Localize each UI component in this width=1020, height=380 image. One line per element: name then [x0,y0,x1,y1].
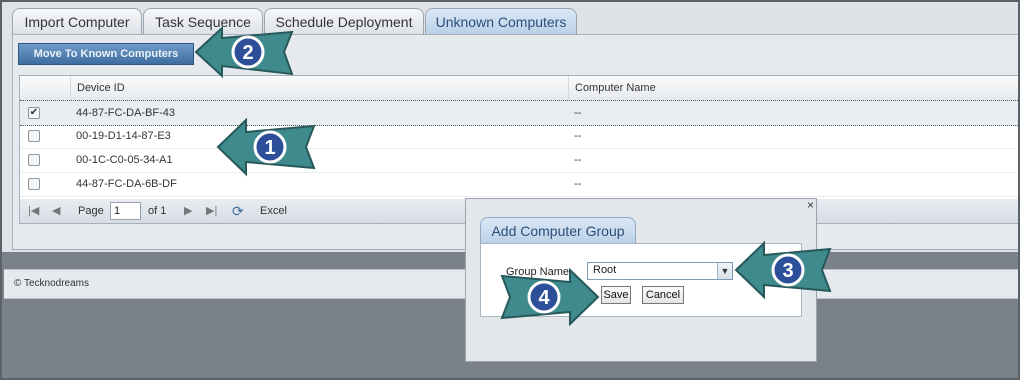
next-page-icon[interactable]: ▶ [184,199,192,223]
table-row[interactable]: 44-87-FC-DA-6B-DF -- [20,172,1018,197]
page-number-input[interactable]: 1 [110,202,141,220]
computer-name-cell: -- [574,130,582,142]
callout-number-1: 1 [264,137,275,159]
row-checkbox[interactable] [28,178,40,190]
row-checkbox[interactable] [28,154,40,166]
callout-arrow-3: 3 [734,240,832,300]
grid-header: Device ID Computer Name [20,76,1018,101]
unknown-computers-grid: Device ID Computer Name ✔ 44-87-FC-DA-BF… [19,75,1018,201]
callout-number-3: 3 [782,260,793,282]
computer-name-cell: -- [574,154,582,166]
device-id-cell: 00-19-D1-14-87-E3 [76,130,171,142]
export-excel-button[interactable]: Excel [260,199,287,223]
group-name-select[interactable]: Root ▼ [587,262,733,280]
last-page-icon[interactable]: ▶| [206,199,217,223]
row-checkbox[interactable] [28,130,40,142]
refresh-icon[interactable]: ⟳ [232,199,244,223]
callout-arrow-4: 4 [500,267,600,327]
move-to-known-computers-button[interactable]: Move To Known Computers [18,43,194,65]
page-count: of 1 [148,205,167,217]
device-id-cell: 44-87-FC-DA-BF-43 [76,107,176,119]
cancel-button[interactable]: Cancel [642,286,684,304]
table-row[interactable]: 00-19-D1-14-87-E3 -- [20,124,1018,149]
row-checkbox[interactable]: ✔ [28,107,40,119]
device-id-cell: 44-87-FC-DA-6B-DF [76,178,177,190]
computer-name-cell: -- [574,178,582,190]
callout-arrow-1: 1 [216,117,316,177]
copyright-text: © Tecknodreams [14,278,89,289]
save-button[interactable]: Save [601,286,631,304]
close-icon[interactable]: × [807,199,814,211]
device-id-cell: 00-1C-C0-05-34-A1 [76,154,173,166]
callout-arrow-2: 2 [194,25,294,79]
table-row[interactable]: ✔ 44-87-FC-DA-BF-43 -- [20,100,1018,126]
prev-page-icon[interactable]: ◀ [52,199,60,223]
computer-name-cell: -- [574,107,582,119]
tab-unknown-computers[interactable]: Unknown Computers [425,8,577,35]
column-header-device-id[interactable]: Device ID [70,76,567,100]
chevron-down-icon[interactable]: ▼ [717,263,732,279]
page-label: Page [78,205,104,217]
callout-number-4: 4 [538,287,550,309]
dialog-title-tab: Add Computer Group [480,217,636,244]
column-header-computer-name[interactable]: Computer Name [568,76,1018,100]
first-page-icon[interactable]: |◀ [28,199,39,223]
tab-import-computer[interactable]: Import Computer [12,8,142,35]
callout-number-2: 2 [242,42,253,64]
table-row[interactable]: 00-1C-C0-05-34-A1 -- [20,148,1018,173]
